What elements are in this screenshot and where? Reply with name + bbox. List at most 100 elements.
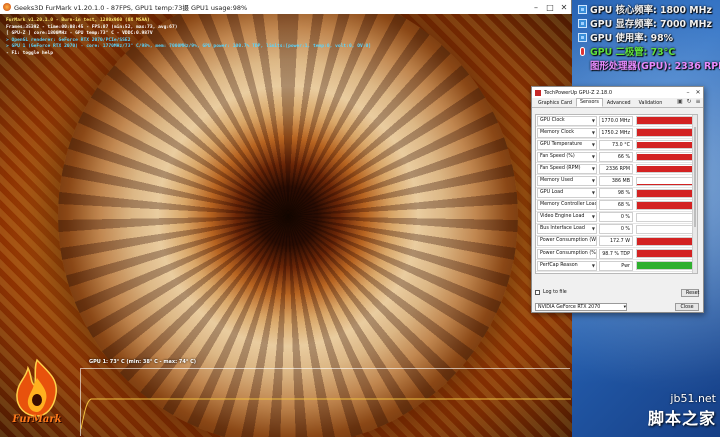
chevron-down-icon: ▼	[591, 141, 595, 147]
sensor-name: GPU Temperature	[540, 141, 583, 147]
close-button[interactable]: Close	[675, 303, 699, 311]
sensor-name-dropdown[interactable]: Bus Interface Load ▼	[537, 224, 597, 235]
osd-row: GPU 使用率: 98%	[578, 30, 720, 44]
reset-button[interactable]: Reset	[681, 289, 699, 297]
furmark-render-canvas[interactable]: FurMark v1.20.1.0 - Burn-in test, 1280x9…	[0, 14, 572, 437]
gpuz-app-icon	[535, 89, 541, 96]
gpu-select-dropdown[interactable]: NVIDIA GeForce RTX 2070 ▾	[535, 302, 627, 311]
sensor-name-dropdown[interactable]: PerfCap Reason ▼	[537, 260, 597, 271]
furmark-info-line: FurMark v1.20.1.0 - Burn-in test, 1280x9…	[6, 18, 150, 23]
gpuz-sensor-list[interactable]: GPU Clock ▼ 1770.0 MHz Memory Clock ▼ 1750.2 …	[535, 114, 698, 274]
furmark-titlebar[interactable]: Geeks3D FurMark v1.20.1.0 - 87FPS, GPU1 …	[0, 0, 571, 14]
sensor-graph	[636, 249, 695, 259]
chip-icon	[578, 4, 587, 14]
sensor-name-dropdown[interactable]: Video Engine Load ▼	[537, 212, 597, 223]
sensor-name-dropdown[interactable]: Fan Speed (%) ▼	[537, 151, 597, 162]
osd-row: GPU 显存频率: 7000 MHz	[578, 16, 720, 30]
sensor-value: 0 %	[599, 212, 633, 223]
sensor-graph	[636, 176, 695, 186]
osd-text: GPU 使用率: 98%	[590, 33, 674, 44]
blank-icon	[578, 61, 587, 70]
sensor-name-dropdown[interactable]: GPU Load ▼	[537, 188, 597, 199]
sensor-value: 73.0 °C	[599, 139, 633, 150]
sensor-name-dropdown[interactable]: Fan Speed (RPM) ▼	[537, 163, 597, 174]
sensor-name-dropdown[interactable]: Memory Used ▼	[537, 176, 597, 187]
gpuz-titlebar[interactable]: TechPowerUp GPU-Z 2.18.0 – ✕	[532, 87, 703, 98]
log-to-file-checkbox[interactable]	[535, 290, 540, 295]
sensor-graph	[636, 236, 695, 246]
furmark-logo-text: FurMark	[12, 414, 62, 425]
sensor-name-dropdown[interactable]: GPU Temperature ▼	[537, 139, 597, 150]
minimize-icon[interactable]: –	[529, 3, 543, 12]
close-icon[interactable]: ✕	[557, 3, 571, 12]
sensor-name: PerfCap Reason	[540, 262, 578, 268]
sensor-value: 68 %	[599, 200, 633, 211]
minimize-icon[interactable]: –	[683, 89, 693, 96]
sensor-value: 2336 RPM	[599, 163, 633, 174]
gpu-select-value: NVIDIA GeForce RTX 2070	[538, 304, 601, 310]
furmark-window[interactable]: Geeks3D FurMark v1.20.1.0 - 87FPS, GPU1 …	[0, 0, 572, 437]
tab-graphics-card[interactable]: Graphics Card	[534, 99, 576, 107]
sensor-name: Memory Clock	[540, 129, 575, 135]
sensor-row: PerfCap Reason ▼ Pwr	[536, 260, 697, 273]
osd-row: GPU 核心频率: 1800 MHz	[578, 2, 720, 16]
flame-icon	[16, 358, 57, 417]
sensor-name-dropdown[interactable]: GPU Clock ▼	[537, 115, 597, 126]
thermometer-icon	[580, 46, 585, 56]
menu-icon[interactable]: ≡	[695, 99, 701, 105]
sensor-name: Power Consumption (%)	[540, 250, 597, 256]
chevron-down-icon: ▼	[591, 153, 595, 159]
sensor-graph-fill	[637, 238, 694, 245]
maximize-icon[interactable]: □	[543, 3, 557, 12]
camera-icon[interactable]: ▣	[677, 99, 683, 105]
tab-validation[interactable]: Validation	[635, 99, 667, 107]
sensor-value: 98 %	[599, 188, 633, 199]
log-to-file-row: Log to file	[535, 288, 698, 297]
chevron-down-icon: ▼	[591, 117, 595, 123]
sensor-row: Memory Used ▼ 386 MB	[536, 175, 697, 188]
sensor-name-dropdown[interactable]: Power Consumption (W)▼	[537, 236, 597, 247]
sensor-graph	[636, 273, 695, 274]
sensor-graph-fill	[637, 250, 694, 258]
sensor-graph-fill	[637, 153, 694, 161]
refresh-icon[interactable]: ↻	[686, 99, 692, 105]
sensor-name-dropdown[interactable]: Memory Controller Load▼	[537, 200, 597, 211]
furmark-info-line: - F1: toggle help	[6, 50, 54, 56]
sensor-graph	[636, 128, 695, 138]
sensor-graph-fill	[637, 165, 694, 173]
furmark-window-title: Geeks3D FurMark v1.20.1.0 - 87FPS, GPU1 …	[14, 4, 248, 12]
sensor-row: GPU Clock ▼ 1770.0 MHz	[536, 115, 697, 128]
sensor-name-dropdown[interactable]: VDDC ▼	[537, 272, 597, 274]
sensor-graph	[636, 164, 695, 174]
sensor-graph-fill	[637, 183, 694, 185]
close-icon[interactable]: ✕	[693, 89, 703, 96]
sensor-scrollbar[interactable]	[692, 115, 697, 273]
chevron-down-icon: ▼	[591, 190, 595, 196]
gpu-select-row: NVIDIA GeForce RTX 2070 ▾	[535, 302, 698, 311]
sensor-name: GPU Clock	[540, 117, 565, 123]
sensor-graph-fill	[637, 141, 694, 149]
watermark-site: jb51.net	[670, 392, 716, 405]
furmark-info-line: > GPU 1 (GeForce RTX 2070) - core: 1770M…	[6, 44, 372, 50]
gpuz-tab-icons: ▣ ↻ ≡	[677, 99, 701, 105]
tab-sensors[interactable]: Sensors	[575, 98, 603, 107]
osd-text: 图形处理器(GPU): 2336 RPM	[590, 61, 720, 72]
sensor-name-dropdown[interactable]: Power Consumption (%)▼	[537, 248, 597, 259]
log-to-file-label: Log to file	[543, 290, 567, 295]
sensor-row: Video Engine Load ▼ 0 %	[536, 212, 697, 224]
scrollbar-thumb[interactable]	[694, 127, 696, 227]
chevron-down-icon: ▼	[592, 273, 596, 274]
sensor-graph	[636, 200, 695, 210]
sensor-value: 98.7 % TDP	[599, 248, 633, 259]
sensor-name: Fan Speed (%)	[540, 153, 575, 159]
sensor-row: Memory Controller Load▼68 %	[536, 200, 697, 212]
sensor-name: Power Consumption (W)	[540, 238, 597, 244]
tab-advanced[interactable]: Advanced	[603, 99, 635, 107]
gpuz-window[interactable]: TechPowerUp GPU-Z 2.18.0 – ✕ Graphics Ca…	[531, 86, 704, 313]
sensor-name: Fan Speed (RPM)	[540, 165, 581, 171]
sensor-name: Bus Interface Load	[540, 226, 585, 232]
osd-text: GPU 二极管: 73°C	[590, 47, 676, 58]
sensor-value: Pwr	[599, 260, 633, 271]
sensor-name-dropdown[interactable]: Memory Clock ▼	[537, 127, 597, 138]
sensor-graph-fill	[637, 189, 694, 197]
